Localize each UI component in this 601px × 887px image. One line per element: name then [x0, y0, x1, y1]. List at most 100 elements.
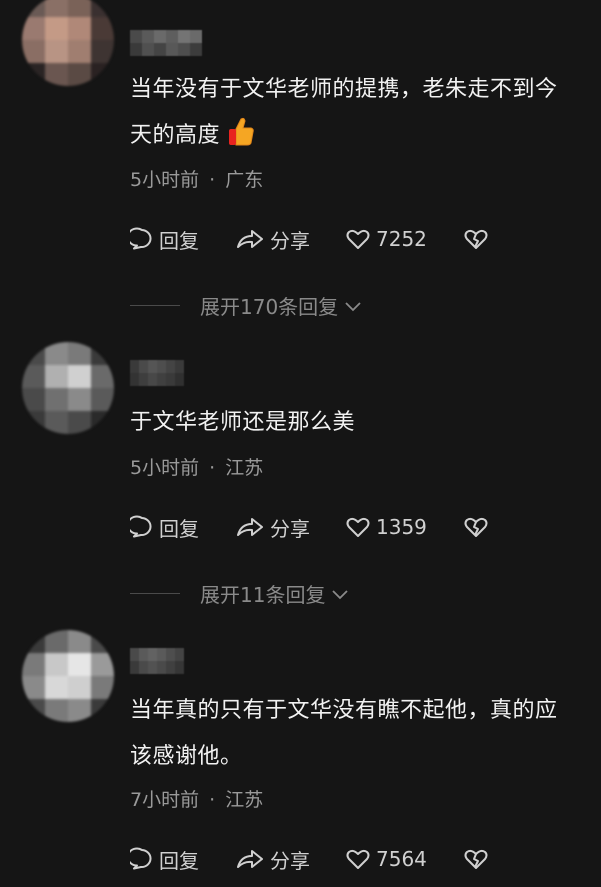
reply-label: 回复 — [159, 848, 199, 873]
expand-replies-button[interactable]: 展开170条回复 — [130, 291, 362, 320]
mosaic-pixel — [22, 0, 45, 17]
mosaic-pixel — [45, 63, 68, 86]
mosaic-pixel — [91, 365, 114, 388]
heart-icon — [345, 227, 371, 251]
avatar-blurred[interactable] — [22, 0, 114, 86]
comment-text-line: 当年真的只有于文华没有瞧不起他，真的应 — [130, 698, 558, 723]
comment-text: 当年真的只有于文华没有瞧不起他，真的应 该感谢他。 — [130, 688, 601, 780]
mosaic-pixel — [91, 63, 114, 86]
mosaic-pixel — [91, 342, 114, 365]
comment-text: 当年没有于文华老师的提携，老朱走不到今 天的高度 — [130, 67, 601, 163]
share-arrow-icon — [235, 847, 265, 871]
reply-button[interactable]: 回复 — [130, 513, 235, 542]
share-button[interactable]: 分享 — [235, 513, 345, 542]
mosaic-pixel — [45, 342, 68, 365]
mosaic-pixel — [139, 360, 148, 373]
avatar-blurred[interactable] — [22, 342, 114, 434]
meta-separator: · — [209, 789, 216, 811]
mosaic-pixel — [45, 17, 68, 40]
mosaic-pixel — [166, 30, 178, 43]
like-button[interactable]: 7252 — [345, 227, 463, 251]
comment-actions: 回复 分享 1359 — [130, 511, 489, 543]
mosaic-pixel — [148, 661, 157, 674]
mosaic-pixel — [142, 43, 154, 56]
mosaic-pixel — [166, 648, 175, 661]
mosaic-pixel — [22, 411, 45, 434]
comment-time: 5小时前 — [130, 169, 200, 191]
broken-heart-icon — [463, 847, 489, 871]
mosaic-pixel — [178, 43, 190, 56]
divider-line — [130, 305, 180, 306]
share-button[interactable]: 分享 — [235, 845, 345, 874]
comment-meta: 5小时前 · 广东 — [130, 165, 263, 192]
mosaic-pixel — [22, 388, 45, 411]
mosaic-pixel — [68, 342, 91, 365]
thumbs-up-icon — [228, 116, 254, 163]
comment-location: 广东 — [225, 169, 264, 191]
like-count: 1359 — [376, 515, 427, 539]
share-label: 分享 — [270, 848, 310, 873]
chevron-down-icon — [344, 294, 362, 318]
mosaic-pixel — [45, 699, 68, 722]
mosaic-pixel — [45, 653, 68, 676]
heart-icon — [345, 847, 371, 871]
dislike-button[interactable] — [463, 227, 489, 251]
comment-bubble-icon — [130, 847, 154, 871]
username-blurred[interactable] — [130, 360, 184, 386]
expand-replies-label: 展开170条回复 — [200, 295, 339, 319]
expand-replies-label: 展开11条回复 — [200, 583, 326, 607]
share-label: 分享 — [270, 228, 310, 253]
comment-location: 江苏 — [225, 457, 264, 479]
like-button[interactable]: 1359 — [345, 515, 463, 539]
like-count: 7564 — [376, 847, 427, 871]
mosaic-pixel — [154, 43, 166, 56]
username-blurred[interactable] — [130, 30, 202, 56]
mosaic-pixel — [45, 676, 68, 699]
mosaic-pixel — [166, 43, 178, 56]
mosaic-pixel — [91, 411, 114, 434]
share-button[interactable]: 分享 — [235, 225, 345, 254]
mosaic-pixel — [139, 661, 148, 674]
mosaic-pixel — [166, 360, 175, 373]
mosaic-pixel — [68, 40, 91, 63]
mosaic-pixel — [68, 388, 91, 411]
reply-button[interactable]: 回复 — [130, 845, 235, 874]
mosaic-pixel — [175, 360, 184, 373]
mosaic-pixel — [91, 653, 114, 676]
avatar-blurred[interactable] — [22, 630, 114, 722]
mosaic-pixel — [157, 661, 166, 674]
meta-separator: · — [209, 169, 216, 191]
mosaic-pixel — [68, 0, 91, 17]
chevron-down-icon — [331, 582, 349, 606]
mosaic-pixel — [130, 30, 142, 43]
comment-actions: 回复 分享 7252 — [130, 223, 489, 255]
mosaic-pixel — [139, 648, 148, 661]
mosaic-pixel — [22, 17, 45, 40]
meta-separator: · — [209, 457, 216, 479]
reply-label: 回复 — [159, 228, 199, 253]
mosaic-pixel — [166, 661, 175, 674]
mosaic-pixel — [157, 648, 166, 661]
mosaic-pixel — [45, 630, 68, 653]
like-button[interactable]: 7564 — [345, 847, 463, 871]
mosaic-pixel — [148, 373, 157, 386]
mosaic-pixel — [157, 373, 166, 386]
mosaic-pixel — [91, 699, 114, 722]
broken-heart-icon — [463, 515, 489, 539]
mosaic-pixel — [22, 630, 45, 653]
reply-button[interactable]: 回复 — [130, 225, 235, 254]
mosaic-pixel — [166, 373, 175, 386]
expand-replies-button[interactable]: 展开11条回复 — [130, 579, 349, 608]
mosaic-pixel — [22, 63, 45, 86]
mosaic-pixel — [91, 0, 114, 17]
dislike-button[interactable] — [463, 515, 489, 539]
mosaic-pixel — [22, 653, 45, 676]
username-blurred[interactable] — [130, 648, 184, 674]
share-arrow-icon — [235, 227, 265, 251]
mosaic-pixel — [22, 40, 45, 63]
comment-text-line: 当年没有于文华老师的提携，老朱走不到今 — [130, 77, 558, 102]
dislike-button[interactable] — [463, 847, 489, 871]
mosaic-pixel — [68, 17, 91, 40]
mosaic-pixel — [45, 40, 68, 63]
mosaic-pixel — [22, 676, 45, 699]
